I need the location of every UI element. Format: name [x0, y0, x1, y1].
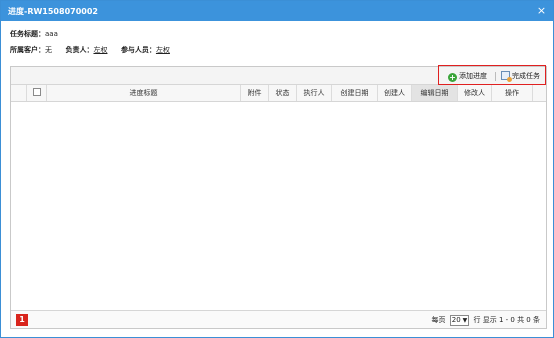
pager-summary: 显示 1 - 0 共 0 条 — [482, 316, 540, 324]
grid-footer: 1 每页 20 ▼ 行 显示 1 - 0 共 0 条 — [11, 310, 546, 328]
page-size-value: 20 — [451, 316, 461, 324]
column-header[interactable]: 附件 — [241, 85, 269, 101]
pager-info: 每页 20 ▼ 行 显示 1 - 0 共 0 条 — [431, 314, 540, 326]
customer-label: 所属客户： — [10, 46, 45, 54]
select-all-header[interactable] — [27, 85, 47, 101]
current-page-button[interactable]: 1 — [16, 314, 28, 326]
close-icon[interactable]: × — [535, 5, 548, 17]
page-size-select[interactable]: 20 ▼ — [449, 315, 470, 326]
chevron-down-icon: ▼ — [462, 317, 468, 324]
toolbar-highlight-box — [438, 65, 546, 85]
row-number-header — [11, 85, 27, 101]
column-header[interactable]: 修改人 — [458, 85, 492, 101]
customer-value: 无 — [45, 46, 52, 54]
dialog-title: 进度-RW1508070002 — [8, 7, 98, 16]
owner-link[interactable]: 左权 — [93, 46, 107, 54]
column-header[interactable]: 执行人 — [297, 85, 332, 101]
column-header[interactable]: 操作 — [492, 85, 533, 101]
participants-link[interactable]: 左权 — [156, 46, 170, 54]
column-header[interactable]: 状态 — [269, 85, 297, 101]
column-header-sorted[interactable]: 编辑日期 — [412, 85, 458, 101]
progress-dialog: 进度-RW1508070002 × 任务标题：aaa 所属客户：无 负责人：左权… — [0, 0, 554, 338]
table-header: 进度标题 附件 状态 执行人 创建日期 创建人 编辑日期 修改人 操作 — [11, 85, 546, 102]
grid-toolbar: + 添加进度 完成任务 — [11, 65, 546, 85]
dialog-titlebar[interactable]: 进度-RW1508070002 × — [1, 1, 553, 21]
column-header[interactable]: 创建人 — [378, 85, 412, 101]
column-header[interactable]: 创建日期 — [332, 85, 378, 101]
header-filler — [533, 85, 546, 101]
task-title-row: 任务标题：aaa — [10, 29, 58, 39]
select-all-checkbox[interactable] — [32, 88, 41, 96]
per-page-label: 每页 — [431, 316, 446, 324]
owner-label: 负责人： — [65, 46, 94, 54]
progress-grid: + 添加进度 完成任务 进度标题 附件 状态 执行人 创建日期 创建人 编辑日期 … — [10, 65, 547, 329]
column-header[interactable]: 进度标题 — [47, 85, 241, 101]
task-title-value: aaa — [45, 30, 58, 38]
task-meta-row: 所属客户：无 负责人：左权 参与人员：左权 — [10, 45, 170, 55]
participants-label: 参与人员： — [120, 46, 156, 54]
rows-label: 行 — [473, 316, 481, 324]
table-body — [11, 102, 546, 310]
task-title-label: 任务标题： — [10, 30, 45, 38]
